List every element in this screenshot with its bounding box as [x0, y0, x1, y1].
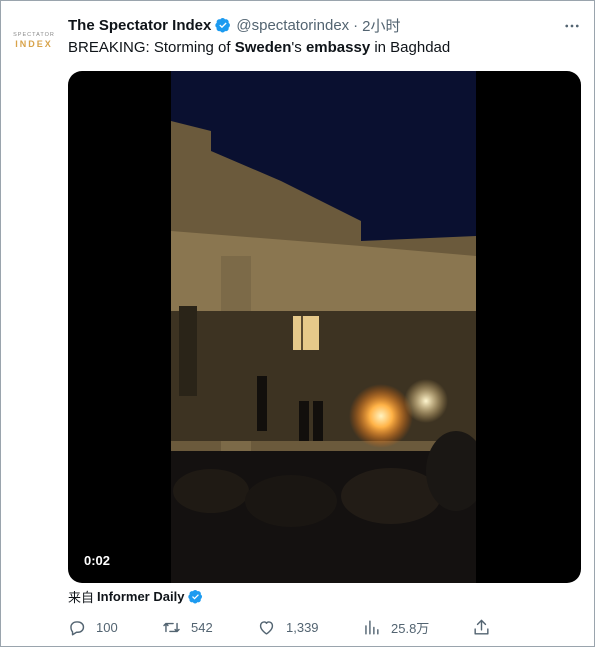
avatar-logo-line2: INDEX: [15, 38, 53, 49]
retweet-count: 542: [191, 619, 213, 635]
share-icon: [474, 619, 489, 635]
views-icon: [365, 619, 379, 635]
video-scene-image: [171, 71, 476, 583]
views-button[interactable]: 25.8万: [362, 615, 429, 639]
tweet-text-keyword[interactable]: Sweden: [235, 39, 292, 56]
video-frame: [171, 71, 476, 583]
action-bar: 100 542 1,339 25.8万: [67, 615, 497, 639]
source-name[interactable]: Informer Daily: [97, 589, 184, 604]
header-separator: ·: [353, 16, 359, 34]
author-handle[interactable]: @spectatorindex: [236, 17, 349, 34]
author-name[interactable]: The Spectator Index: [68, 17, 211, 34]
tweet-text-part: BREAKING: Storming of: [68, 39, 235, 56]
tweet-timestamp[interactable]: 2小时: [362, 15, 400, 36]
avatar[interactable]: SPECTATOR INDEX: [11, 17, 57, 63]
reply-count: 100: [96, 619, 118, 635]
source-attribution: 来自 Informer Daily: [68, 587, 203, 605]
avatar-logo-line1: SPECTATOR: [13, 31, 55, 38]
reply-button[interactable]: 100: [67, 615, 118, 639]
video-timecode: 0:02: [78, 550, 117, 571]
views-count: 25.8万: [391, 620, 430, 636]
source-prefix: 来自: [68, 589, 95, 605]
more-icon: [565, 24, 579, 28]
tweet-text-part: 's: [291, 39, 306, 56]
share-button[interactable]: [472, 615, 491, 639]
tweet-header: The Spectator Index @spectatorindex · 2小…: [68, 15, 401, 35]
more-button[interactable]: [562, 16, 582, 36]
like-count: 1,339: [286, 619, 319, 635]
tweet-card: SPECTATOR INDEX The Spectator Index @spe…: [0, 0, 595, 647]
like-icon: [259, 620, 274, 635]
retweet-button[interactable]: 542: [162, 615, 213, 639]
verified-badge-icon: [215, 18, 231, 33]
retweet-icon: [163, 622, 180, 632]
video-player[interactable]: 0:02: [68, 71, 581, 583]
reply-icon: [70, 620, 85, 635]
tweet-text: BREAKING: Storming of Sweden's embassy i…: [68, 38, 450, 58]
tweet-text-keyword[interactable]: embassy: [306, 39, 370, 56]
like-button[interactable]: 1,339: [257, 615, 319, 639]
tweet-text-part: in Baghdad: [370, 39, 451, 56]
verified-badge-icon: [188, 589, 203, 604]
